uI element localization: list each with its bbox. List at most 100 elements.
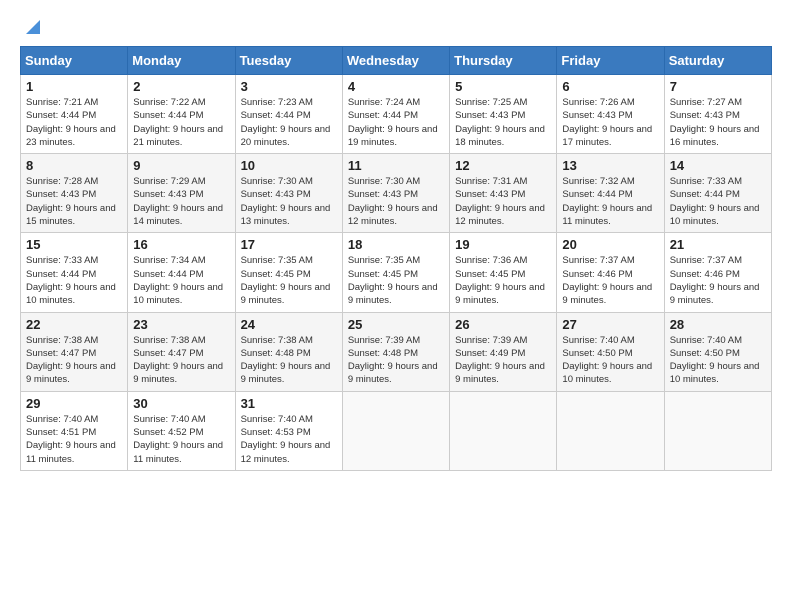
day-number: 2	[133, 79, 229, 94]
calendar-cell: 30 Sunrise: 7:40 AMSunset: 4:52 PMDaylig…	[128, 391, 235, 470]
day-info: Sunrise: 7:33 AMSunset: 4:44 PMDaylight:…	[26, 255, 116, 306]
calendar-cell	[664, 391, 771, 470]
day-number: 8	[26, 158, 122, 173]
calendar-cell: 13 Sunrise: 7:32 AMSunset: 4:44 PMDaylig…	[557, 154, 664, 233]
day-info: Sunrise: 7:24 AMSunset: 4:44 PMDaylight:…	[348, 97, 438, 148]
header	[20, 20, 772, 36]
day-info: Sunrise: 7:39 AMSunset: 4:48 PMDaylight:…	[348, 335, 438, 386]
calendar-cell: 1 Sunrise: 7:21 AMSunset: 4:44 PMDayligh…	[21, 75, 128, 154]
day-number: 1	[26, 79, 122, 94]
calendar-cell: 27 Sunrise: 7:40 AMSunset: 4:50 PMDaylig…	[557, 312, 664, 391]
day-info: Sunrise: 7:27 AMSunset: 4:43 PMDaylight:…	[670, 97, 760, 148]
calendar-cell: 22 Sunrise: 7:38 AMSunset: 4:47 PMDaylig…	[21, 312, 128, 391]
day-number: 7	[670, 79, 766, 94]
calendar-cell: 4 Sunrise: 7:24 AMSunset: 4:44 PMDayligh…	[342, 75, 449, 154]
day-number: 24	[241, 317, 337, 332]
calendar-cell	[557, 391, 664, 470]
calendar-cell: 24 Sunrise: 7:38 AMSunset: 4:48 PMDaylig…	[235, 312, 342, 391]
calendar-cell: 18 Sunrise: 7:35 AMSunset: 4:45 PMDaylig…	[342, 233, 449, 312]
day-info: Sunrise: 7:33 AMSunset: 4:44 PMDaylight:…	[670, 176, 760, 227]
day-number: 28	[670, 317, 766, 332]
day-number: 20	[562, 237, 658, 252]
calendar-cell	[342, 391, 449, 470]
day-info: Sunrise: 7:30 AMSunset: 4:43 PMDaylight:…	[348, 176, 438, 227]
day-number: 21	[670, 237, 766, 252]
calendar-cell: 29 Sunrise: 7:40 AMSunset: 4:51 PMDaylig…	[21, 391, 128, 470]
calendar-cell: 3 Sunrise: 7:23 AMSunset: 4:44 PMDayligh…	[235, 75, 342, 154]
header-saturday: Saturday	[664, 47, 771, 75]
day-number: 29	[26, 396, 122, 411]
day-number: 13	[562, 158, 658, 173]
day-number: 26	[455, 317, 551, 332]
day-info: Sunrise: 7:23 AMSunset: 4:44 PMDaylight:…	[241, 97, 331, 148]
logo	[20, 20, 40, 36]
day-number: 12	[455, 158, 551, 173]
day-number: 10	[241, 158, 337, 173]
calendar-cell: 5 Sunrise: 7:25 AMSunset: 4:43 PMDayligh…	[450, 75, 557, 154]
calendar-table: Sunday Monday Tuesday Wednesday Thursday…	[20, 46, 772, 471]
day-number: 19	[455, 237, 551, 252]
logo-triangle-icon	[22, 18, 40, 36]
day-info: Sunrise: 7:40 AMSunset: 4:52 PMDaylight:…	[133, 414, 223, 465]
day-info: Sunrise: 7:37 AMSunset: 4:46 PMDaylight:…	[670, 255, 760, 306]
day-info: Sunrise: 7:22 AMSunset: 4:44 PMDaylight:…	[133, 97, 223, 148]
calendar-cell: 2 Sunrise: 7:22 AMSunset: 4:44 PMDayligh…	[128, 75, 235, 154]
day-info: Sunrise: 7:29 AMSunset: 4:43 PMDaylight:…	[133, 176, 223, 227]
day-number: 22	[26, 317, 122, 332]
day-number: 3	[241, 79, 337, 94]
calendar-cell: 31 Sunrise: 7:40 AMSunset: 4:53 PMDaylig…	[235, 391, 342, 470]
day-info: Sunrise: 7:21 AMSunset: 4:44 PMDaylight:…	[26, 97, 116, 148]
calendar-cell: 12 Sunrise: 7:31 AMSunset: 4:43 PMDaylig…	[450, 154, 557, 233]
calendar-week-row: 29 Sunrise: 7:40 AMSunset: 4:51 PMDaylig…	[21, 391, 772, 470]
day-info: Sunrise: 7:38 AMSunset: 4:47 PMDaylight:…	[133, 335, 223, 386]
calendar-cell: 10 Sunrise: 7:30 AMSunset: 4:43 PMDaylig…	[235, 154, 342, 233]
calendar-cell: 16 Sunrise: 7:34 AMSunset: 4:44 PMDaylig…	[128, 233, 235, 312]
day-number: 11	[348, 158, 444, 173]
day-info: Sunrise: 7:40 AMSunset: 4:51 PMDaylight:…	[26, 414, 116, 465]
calendar-cell: 6 Sunrise: 7:26 AMSunset: 4:43 PMDayligh…	[557, 75, 664, 154]
calendar-cell: 23 Sunrise: 7:38 AMSunset: 4:47 PMDaylig…	[128, 312, 235, 391]
day-info: Sunrise: 7:35 AMSunset: 4:45 PMDaylight:…	[348, 255, 438, 306]
header-tuesday: Tuesday	[235, 47, 342, 75]
calendar-cell: 9 Sunrise: 7:29 AMSunset: 4:43 PMDayligh…	[128, 154, 235, 233]
day-number: 16	[133, 237, 229, 252]
day-number: 5	[455, 79, 551, 94]
calendar-cell: 17 Sunrise: 7:35 AMSunset: 4:45 PMDaylig…	[235, 233, 342, 312]
day-info: Sunrise: 7:25 AMSunset: 4:43 PMDaylight:…	[455, 97, 545, 148]
day-info: Sunrise: 7:30 AMSunset: 4:43 PMDaylight:…	[241, 176, 331, 227]
day-number: 9	[133, 158, 229, 173]
day-number: 6	[562, 79, 658, 94]
calendar-cell: 19 Sunrise: 7:36 AMSunset: 4:45 PMDaylig…	[450, 233, 557, 312]
day-info: Sunrise: 7:38 AMSunset: 4:47 PMDaylight:…	[26, 335, 116, 386]
calendar-week-row: 8 Sunrise: 7:28 AMSunset: 4:43 PMDayligh…	[21, 154, 772, 233]
day-info: Sunrise: 7:31 AMSunset: 4:43 PMDaylight:…	[455, 176, 545, 227]
day-info: Sunrise: 7:35 AMSunset: 4:45 PMDaylight:…	[241, 255, 331, 306]
day-number: 23	[133, 317, 229, 332]
calendar-cell: 20 Sunrise: 7:37 AMSunset: 4:46 PMDaylig…	[557, 233, 664, 312]
header-wednesday: Wednesday	[342, 47, 449, 75]
calendar-cell: 11 Sunrise: 7:30 AMSunset: 4:43 PMDaylig…	[342, 154, 449, 233]
calendar-cell: 28 Sunrise: 7:40 AMSunset: 4:50 PMDaylig…	[664, 312, 771, 391]
day-info: Sunrise: 7:28 AMSunset: 4:43 PMDaylight:…	[26, 176, 116, 227]
calendar-cell: 7 Sunrise: 7:27 AMSunset: 4:43 PMDayligh…	[664, 75, 771, 154]
day-number: 25	[348, 317, 444, 332]
day-number: 17	[241, 237, 337, 252]
calendar-week-row: 22 Sunrise: 7:38 AMSunset: 4:47 PMDaylig…	[21, 312, 772, 391]
day-info: Sunrise: 7:38 AMSunset: 4:48 PMDaylight:…	[241, 335, 331, 386]
calendar-cell: 14 Sunrise: 7:33 AMSunset: 4:44 PMDaylig…	[664, 154, 771, 233]
calendar-week-row: 15 Sunrise: 7:33 AMSunset: 4:44 PMDaylig…	[21, 233, 772, 312]
day-info: Sunrise: 7:32 AMSunset: 4:44 PMDaylight:…	[562, 176, 652, 227]
calendar-cell	[450, 391, 557, 470]
day-number: 15	[26, 237, 122, 252]
header-sunday: Sunday	[21, 47, 128, 75]
day-info: Sunrise: 7:37 AMSunset: 4:46 PMDaylight:…	[562, 255, 652, 306]
weekday-header-row: Sunday Monday Tuesday Wednesday Thursday…	[21, 47, 772, 75]
day-info: Sunrise: 7:34 AMSunset: 4:44 PMDaylight:…	[133, 255, 223, 306]
calendar-cell: 15 Sunrise: 7:33 AMSunset: 4:44 PMDaylig…	[21, 233, 128, 312]
header-friday: Friday	[557, 47, 664, 75]
header-thursday: Thursday	[450, 47, 557, 75]
day-number: 31	[241, 396, 337, 411]
day-info: Sunrise: 7:40 AMSunset: 4:50 PMDaylight:…	[670, 335, 760, 386]
day-number: 27	[562, 317, 658, 332]
day-number: 18	[348, 237, 444, 252]
